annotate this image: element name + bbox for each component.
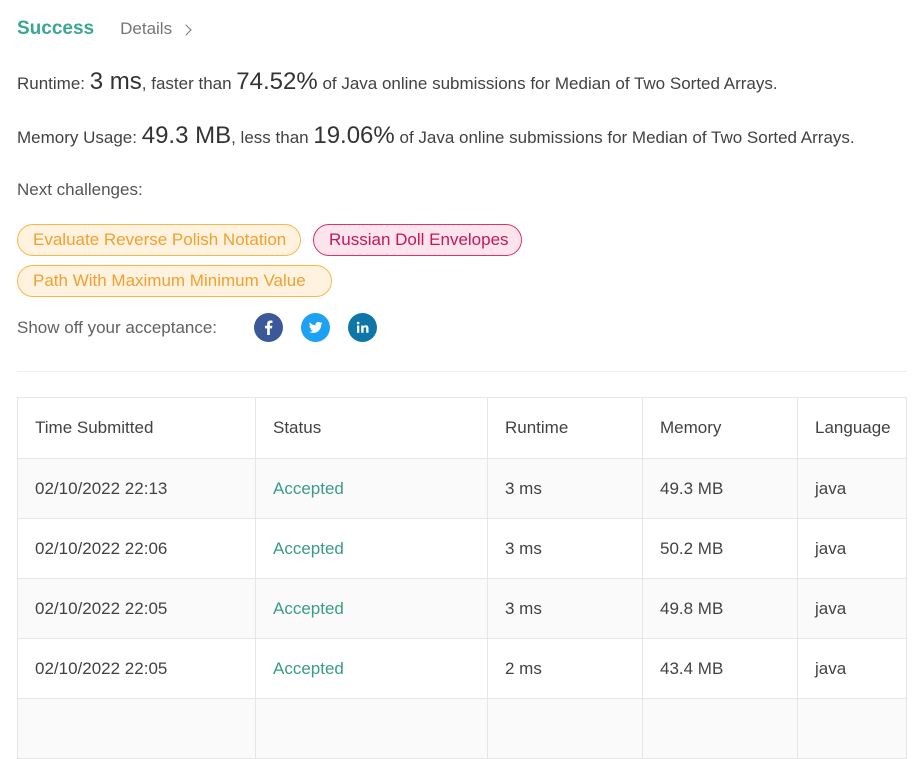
header-runtime[interactable]: Runtime bbox=[487, 397, 643, 459]
share-label: Show off your acceptance: bbox=[17, 318, 218, 337]
runtime-suffix: of Java online submissions for Median of… bbox=[322, 74, 778, 93]
runtime-percent: 74.52% bbox=[236, 68, 318, 95]
cell-language: java bbox=[797, 578, 907, 639]
linkedin-icon[interactable] bbox=[348, 313, 377, 342]
cell-memory: 49.3 MB bbox=[642, 458, 798, 519]
memory-suffix: of Java online submissions for Median of… bbox=[399, 128, 855, 147]
cell-time-submitted: 02/10/2022 22:05 bbox=[17, 638, 256, 699]
cell-runtime: 3 ms bbox=[487, 458, 643, 519]
cell-status-accepted-link[interactable]: Accepted bbox=[255, 518, 488, 579]
cell-language: java bbox=[797, 458, 907, 519]
cell-runtime: 3 ms bbox=[487, 518, 643, 579]
header-status[interactable]: Status bbox=[255, 397, 488, 459]
cell-memory: 50.2 MB bbox=[642, 518, 798, 579]
facebook-icon[interactable] bbox=[254, 313, 283, 342]
cell-language: java bbox=[797, 638, 907, 699]
runtime-value: 3 ms bbox=[89, 68, 142, 95]
cell-runtime: 3 ms bbox=[487, 578, 643, 639]
memory-percent: 19.06% bbox=[313, 122, 395, 149]
header-language[interactable]: Language bbox=[797, 397, 907, 459]
cell-memory: 49.8 MB bbox=[642, 578, 798, 639]
header-time-submitted[interactable]: Time Submitted bbox=[17, 397, 256, 459]
challenge-russian-doll-envelopes[interactable]: Russian Doll Envelopes bbox=[313, 224, 522, 256]
cell-status-accepted-link[interactable]: Accepted bbox=[255, 458, 488, 519]
submissions-table: Time Submitted Status Runtime Memory Lan… bbox=[17, 397, 907, 759]
cell-status-accepted-link[interactable]: Accepted bbox=[255, 578, 488, 639]
table-header-row: Time Submitted Status Runtime Memory Lan… bbox=[17, 397, 907, 459]
twitter-icon[interactable] bbox=[301, 313, 330, 342]
runtime-comparison: , faster than bbox=[141, 74, 232, 93]
tab-details-label: Details bbox=[120, 19, 173, 38]
runtime-label: Runtime: bbox=[17, 74, 86, 93]
challenge-evaluate-reverse-polish-notation[interactable]: Evaluate Reverse Polish Notation bbox=[17, 224, 301, 256]
tab-success[interactable]: Success bbox=[17, 18, 94, 40]
table-row: 02/10/2022 22:06 Accepted 3 ms 50.2 MB j… bbox=[17, 518, 907, 579]
memory-comparison: , less than bbox=[231, 128, 309, 147]
memory-label: Memory Usage: bbox=[17, 128, 137, 147]
table-row: 02/10/2022 22:13 Accepted 3 ms 49.3 MB j… bbox=[17, 458, 907, 519]
cell-time-submitted: 02/10/2022 22:05 bbox=[17, 578, 256, 639]
chevron-right-icon bbox=[180, 23, 192, 36]
divider bbox=[17, 371, 907, 372]
cell-time-submitted: 02/10/2022 22:06 bbox=[17, 518, 256, 579]
next-challenges-label: Next challenges: bbox=[17, 180, 143, 199]
cell-memory: 43.4 MB bbox=[642, 638, 798, 699]
runtime-stat: Runtime: 3 ms, faster than 74.52% of Jav… bbox=[17, 68, 778, 96]
memory-stat: Memory Usage: 49.3 MB, less than 19.06% … bbox=[17, 122, 855, 150]
challenge-path-with-maximum-minimum-value[interactable]: Path With Maximum Minimum Value bbox=[17, 265, 332, 297]
table-row: 02/10/2022 22:05 Accepted 3 ms 49.8 MB j… bbox=[17, 578, 907, 639]
memory-value: 49.3 MB bbox=[141, 122, 232, 149]
tab-details[interactable]: Details bbox=[120, 19, 192, 39]
header-memory[interactable]: Memory bbox=[642, 397, 798, 459]
cell-language: java bbox=[797, 518, 907, 579]
cell-time-submitted: 02/10/2022 22:13 bbox=[17, 458, 256, 519]
cell-runtime: 2 ms bbox=[487, 638, 643, 699]
cell-status-accepted-link[interactable]: Accepted bbox=[255, 638, 488, 699]
table-row: 02/10/2022 22:05 Accepted 2 ms 43.4 MB j… bbox=[17, 638, 907, 699]
result-tabs: Success Details bbox=[17, 18, 192, 40]
